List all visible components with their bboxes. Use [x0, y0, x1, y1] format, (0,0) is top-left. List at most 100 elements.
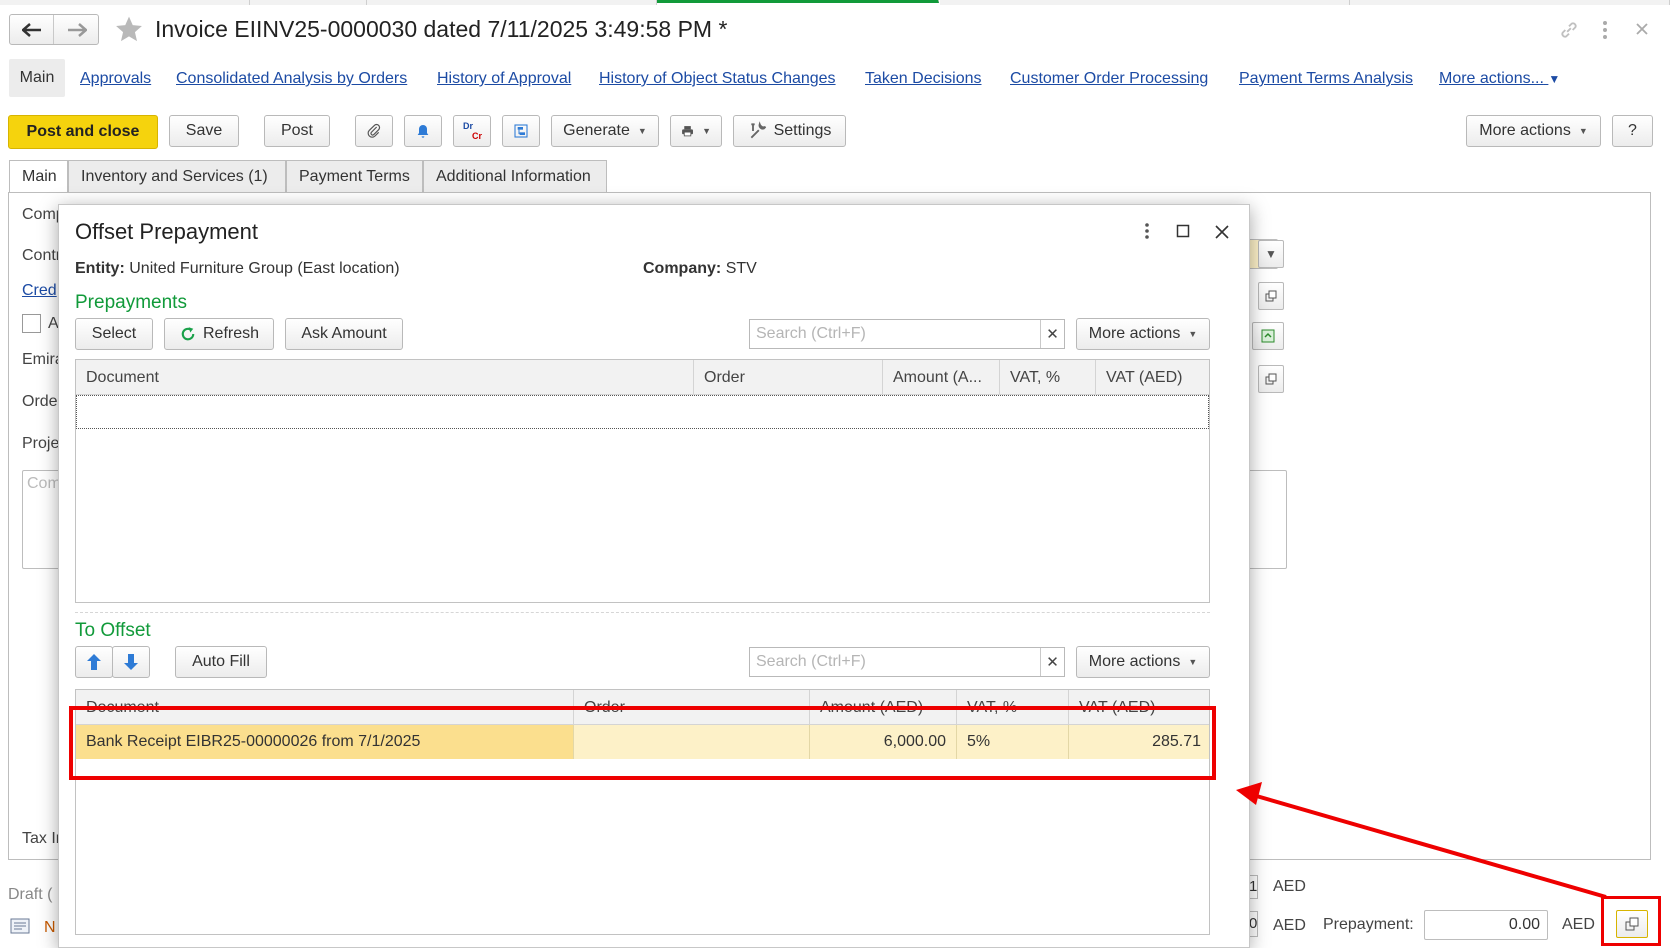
- more-actions-label: More actions...: [1439, 70, 1544, 87]
- arrow-up-icon: [87, 654, 101, 670]
- tab-additional-information[interactable]: Additional Information: [423, 160, 607, 193]
- entity-info: Entity: United Furniture Group (East loc…: [75, 260, 400, 278]
- open-window-icon: [1265, 373, 1277, 385]
- more-vertical-icon[interactable]: [1142, 222, 1152, 240]
- prepayment-field[interactable]: 0.00: [1424, 910, 1548, 940]
- prepayment-label: Prepayment:: [1323, 916, 1414, 933]
- more-actions-label: More actions: [1088, 325, 1181, 342]
- prepayments-search-input[interactable]: [750, 320, 1040, 348]
- post-button[interactable]: Post: [264, 115, 330, 147]
- prepayments-table-header: Document Order Amount (A... VAT, % VAT (…: [76, 360, 1209, 395]
- contract-dropdown-button[interactable]: ▼: [1258, 240, 1284, 268]
- nav-link-payment-terms-analysis[interactable]: Payment Terms Analysis: [1239, 70, 1413, 88]
- nav-link-taken-decisions[interactable]: Taken Decisions: [865, 70, 982, 88]
- checkbox[interactable]: [22, 314, 41, 333]
- link-icon[interactable]: [1558, 19, 1580, 41]
- post-and-close-button[interactable]: Post and close: [8, 115, 158, 149]
- open-offset-prepayment-button[interactable]: [1616, 910, 1648, 938]
- open-button[interactable]: [1258, 282, 1284, 310]
- nav-main[interactable]: Main: [9, 59, 65, 97]
- tab-inventory-and-services[interactable]: Inventory and Services (1): [68, 160, 286, 193]
- company-label: Company:: [643, 260, 722, 277]
- prepayments-search: ✕: [749, 319, 1065, 349]
- dropdown-arrow-icon: ▼: [1578, 126, 1588, 136]
- print-button[interactable]: ▼: [670, 115, 722, 147]
- dropdown-arrow-icon: ▼: [1188, 329, 1198, 339]
- clear-search-icon[interactable]: ✕: [1040, 648, 1064, 676]
- credit-link[interactable]: Cred: [22, 282, 57, 300]
- back-button[interactable]: [10, 15, 54, 44]
- column-header-document[interactable]: Document: [76, 360, 694, 395]
- nav-link-history-status-changes[interactable]: History of Object Status Changes: [599, 70, 836, 88]
- tab-payment-terms[interactable]: Payment Terms: [286, 160, 423, 193]
- refresh-button[interactable]: Refresh: [164, 318, 274, 350]
- column-header-order[interactable]: Order: [694, 360, 883, 395]
- tab-main[interactable]: Main: [9, 160, 68, 193]
- save-button[interactable]: Save: [169, 115, 239, 147]
- refresh-label: Refresh: [202, 325, 260, 342]
- nav-link-approvals[interactable]: Approvals: [80, 70, 151, 88]
- column-header-vat-pct[interactable]: VAT, %: [1000, 360, 1096, 395]
- open-window-icon: [1625, 917, 1639, 931]
- prepayment-currency-label: AED: [1562, 916, 1595, 933]
- favorite-star-icon[interactable]: [113, 14, 145, 45]
- bell-icon: [417, 125, 429, 138]
- nav-link-customer-order-processing[interactable]: Customer Order Processing: [1010, 70, 1208, 88]
- ask-amount-button[interactable]: Ask Amount: [285, 318, 403, 350]
- column-header-vat[interactable]: VAT (AED): [1096, 360, 1209, 395]
- close-icon[interactable]: [1214, 224, 1230, 240]
- more-actions-button[interactable]: More actions ▼: [1466, 115, 1601, 147]
- arrow-right-icon: [68, 22, 87, 37]
- attach-button[interactable]: [355, 115, 393, 147]
- to-offset-section-title: To Offset: [75, 620, 151, 641]
- move-down-button[interactable]: [112, 646, 150, 678]
- auto-fill-button[interactable]: Auto Fill: [175, 646, 267, 678]
- comment-placeholder: Com: [27, 475, 61, 492]
- help-button[interactable]: ?: [1612, 115, 1653, 147]
- prepayments-more-actions-button[interactable]: More actions ▼: [1076, 318, 1210, 350]
- dropdown-arrow-icon: ▼: [702, 126, 711, 136]
- close-window-icon[interactable]: [1634, 21, 1650, 37]
- more-actions-label: More actions: [1479, 122, 1571, 139]
- nav-link-history-of-approval[interactable]: History of Approval: [437, 70, 571, 88]
- dr-label: Dr: [462, 121, 473, 131]
- fill-button[interactable]: [1252, 322, 1284, 350]
- n-label: N: [44, 919, 56, 936]
- notifications-button[interactable]: [404, 115, 442, 147]
- settings-button[interactable]: Settings: [733, 115, 846, 147]
- entity-value: United Furniture Group (East location): [129, 260, 400, 277]
- hierarchy-icon: [514, 124, 528, 138]
- dropdown-arrow-icon: ▼: [1265, 247, 1277, 261]
- to-offset-more-actions-button[interactable]: More actions ▼: [1076, 646, 1210, 678]
- prepayments-section-title: Prepayments: [75, 292, 187, 313]
- move-up-button[interactable]: [75, 646, 113, 678]
- tools-icon: [750, 121, 766, 139]
- column-header-amount[interactable]: Amount (A...: [883, 360, 1000, 395]
- currency-label-2: AED: [1273, 917, 1306, 934]
- maximize-icon[interactable]: [1176, 224, 1190, 238]
- draft-label: Draft (: [8, 886, 53, 903]
- document-arrow-icon: [1261, 329, 1275, 343]
- table-row-empty[interactable]: [76, 395, 1209, 429]
- select-button[interactable]: Select: [75, 318, 153, 350]
- clear-search-icon[interactable]: ✕: [1040, 320, 1064, 348]
- open-button-2[interactable]: [1258, 365, 1284, 393]
- project-label: Proje: [22, 435, 60, 452]
- more-vertical-icon[interactable]: [1598, 19, 1612, 41]
- dr-cr-button[interactable]: Dr Cr: [453, 115, 491, 147]
- company-value: STV: [725, 260, 757, 277]
- settings-label: Settings: [773, 122, 832, 139]
- to-offset-search: ✕: [749, 647, 1065, 677]
- nav-link-more-actions[interactable]: More actions... ▼: [1439, 70, 1560, 88]
- structure-button[interactable]: [502, 115, 540, 147]
- nav-link-consolidated-analysis[interactable]: Consolidated Analysis by Orders: [176, 70, 407, 88]
- forward-button[interactable]: [55, 15, 99, 44]
- contract-label: Contr: [22, 247, 62, 264]
- generate-button[interactable]: Generate ▼: [551, 115, 659, 147]
- prepayments-table: Document Order Amount (A... VAT, % VAT (…: [75, 359, 1210, 603]
- open-window-icon: [1265, 290, 1277, 302]
- printer-icon: [682, 126, 693, 137]
- page-title: Invoice EIINV25-0000030 dated 7/11/2025 …: [155, 16, 728, 42]
- to-offset-search-input[interactable]: [750, 648, 1040, 676]
- cr-label: Cr: [471, 131, 482, 141]
